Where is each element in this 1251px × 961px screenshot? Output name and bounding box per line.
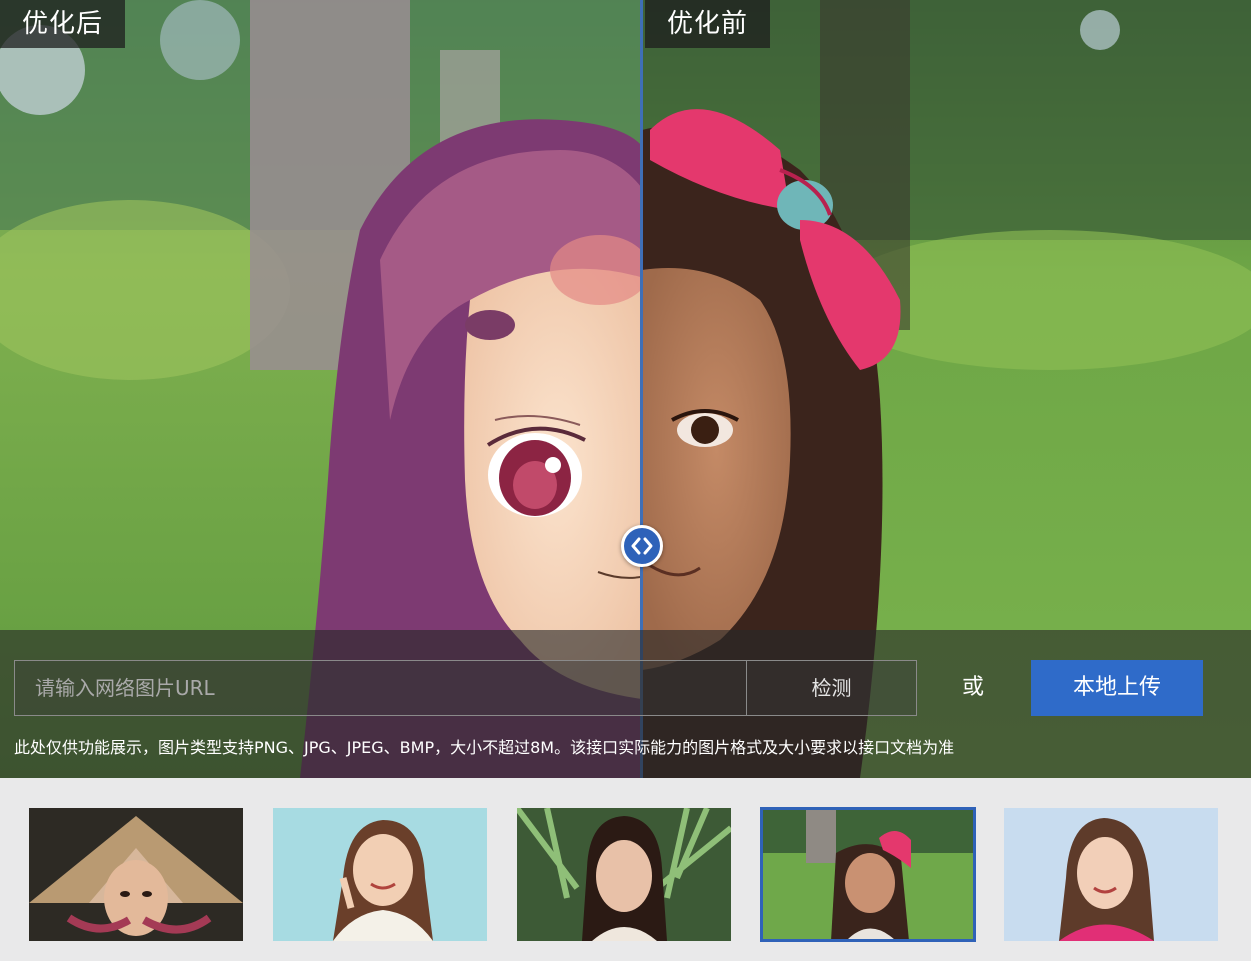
sample-thumbnails xyxy=(0,778,1251,961)
detect-button[interactable]: 检测 xyxy=(746,660,917,716)
chevron-left-right-icon xyxy=(631,537,653,555)
format-note: 此处仅供功能展示，图片类型支持PNG、JPG、JPEG、BMP，大小不超过8M。… xyxy=(14,738,955,757)
sample-thumbnail[interactable] xyxy=(1004,808,1218,941)
image-url-input[interactable] xyxy=(14,660,746,716)
original-label: 优化前 xyxy=(645,0,771,48)
control-bar: 检测 或 本地上传 此处仅供功能展示，图片类型支持PNG、JPG、JPEG、BM… xyxy=(0,630,1251,778)
local-upload-button[interactable]: 本地上传 xyxy=(1031,660,1203,716)
sample-thumbnail[interactable] xyxy=(273,808,487,941)
sample-thumbnail[interactable] xyxy=(517,808,731,941)
slider-handle[interactable] xyxy=(621,525,663,567)
comparison-stage[interactable]: 优化后 优化前 检测 或 本地上传 此处仅供功能展示，图片类型支持PNG、JPG… xyxy=(0,0,1251,778)
or-label: 或 xyxy=(962,675,985,700)
optimized-label: 优化后 xyxy=(0,0,126,48)
sample-thumbnail[interactable] xyxy=(29,808,243,941)
sample-thumbnail-selected[interactable] xyxy=(760,807,976,942)
